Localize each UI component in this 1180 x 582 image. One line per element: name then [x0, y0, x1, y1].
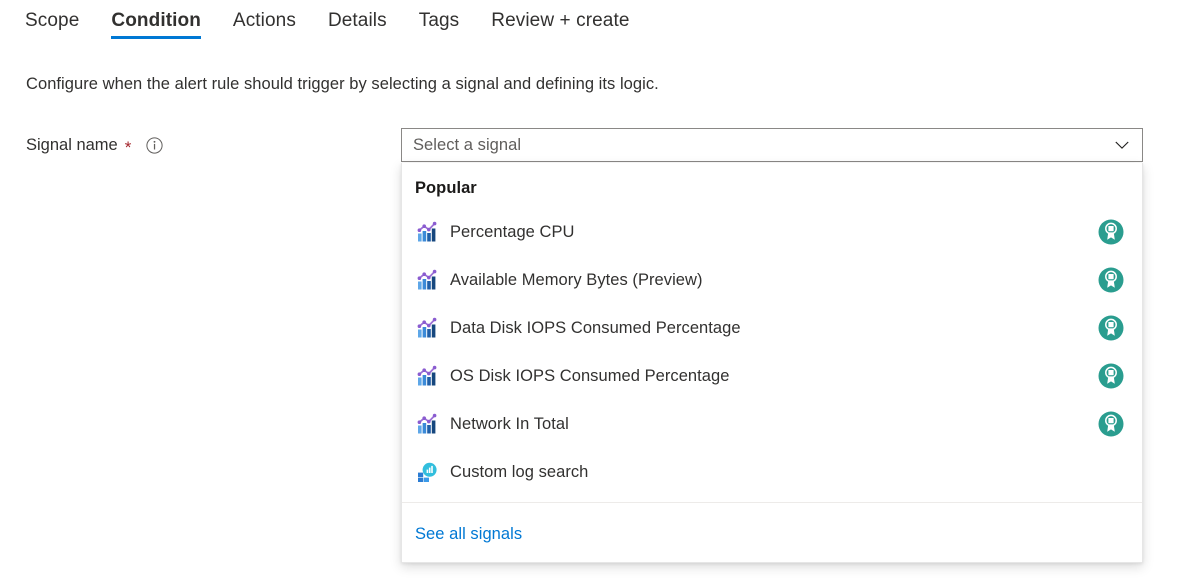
tab-label: Actions [232, 10, 296, 31]
metrics-chart-icon [415, 220, 439, 244]
signal-dropdown-panel: Popular Percentage CPU Available Memory … [401, 163, 1143, 563]
metrics-chart-icon [415, 316, 439, 340]
list-item-label: Percentage CPU [450, 222, 575, 241]
list-item[interactable]: Custom log search [402, 448, 1142, 496]
tab-condition[interactable]: Condition [95, 0, 217, 46]
tab-label: Condition [111, 10, 201, 31]
see-all-signals-link[interactable]: See all signals [415, 525, 522, 544]
recommended-badge-icon [1098, 219, 1124, 245]
wizard-tab-bar: Scope Condition Actions Details Tags Rev… [0, 0, 1180, 50]
tab-tags[interactable]: Tags [403, 0, 476, 46]
tab-label: Scope [25, 10, 80, 31]
tab-label: Details [327, 10, 387, 31]
list-item-label: OS Disk IOPS Consumed Percentage [450, 366, 730, 385]
list-item-label: Network In Total [450, 414, 569, 433]
metrics-chart-icon [415, 364, 439, 388]
tab-actions[interactable]: Actions [217, 0, 312, 46]
list-item[interactable]: OS Disk IOPS Consumed Percentage [402, 352, 1142, 400]
tab-details[interactable]: Details [312, 0, 403, 46]
list-item[interactable]: Available Memory Bytes (Preview) [402, 256, 1142, 304]
metrics-chart-icon [415, 268, 439, 292]
metrics-chart-icon [415, 412, 439, 436]
tab-scope[interactable]: Scope [25, 0, 95, 46]
signal-name-input-placeholder[interactable]: Select a signal [402, 136, 1102, 155]
info-circle-icon[interactable] [146, 136, 163, 154]
list-item[interactable]: Percentage CPU [402, 208, 1142, 256]
list-item-label: Available Memory Bytes (Preview) [450, 270, 703, 289]
dropdown-footer: See all signals [402, 503, 1142, 562]
page-description: Configure when the alert rule should tri… [26, 75, 659, 93]
recommended-badge-icon [1098, 363, 1124, 389]
tab-label: Tags [418, 10, 460, 31]
signal-option-list: Percentage CPU Available Memory Bytes (P… [402, 208, 1142, 496]
log-analytics-icon [415, 460, 439, 484]
tab-label: Review + create [491, 10, 630, 31]
signal-name-label: Signal name [26, 136, 118, 154]
list-item[interactable]: Data Disk IOPS Consumed Percentage [402, 304, 1142, 352]
dropdown-group-header: Popular [415, 179, 477, 197]
recommended-badge-icon [1098, 315, 1124, 341]
list-item[interactable]: Network In Total [402, 400, 1142, 448]
chevron-down-icon[interactable] [1102, 129, 1142, 161]
signal-name-label-group: Signal name * [26, 134, 163, 156]
tab-review-create[interactable]: Review + create [475, 0, 645, 46]
recommended-badge-icon [1098, 267, 1124, 293]
list-item-label: Custom log search [450, 462, 589, 481]
required-asterisk: * [124, 137, 132, 157]
signal-name-combobox[interactable]: Select a signal [401, 128, 1143, 162]
recommended-badge-icon [1098, 411, 1124, 437]
list-item-label: Data Disk IOPS Consumed Percentage [450, 318, 741, 337]
